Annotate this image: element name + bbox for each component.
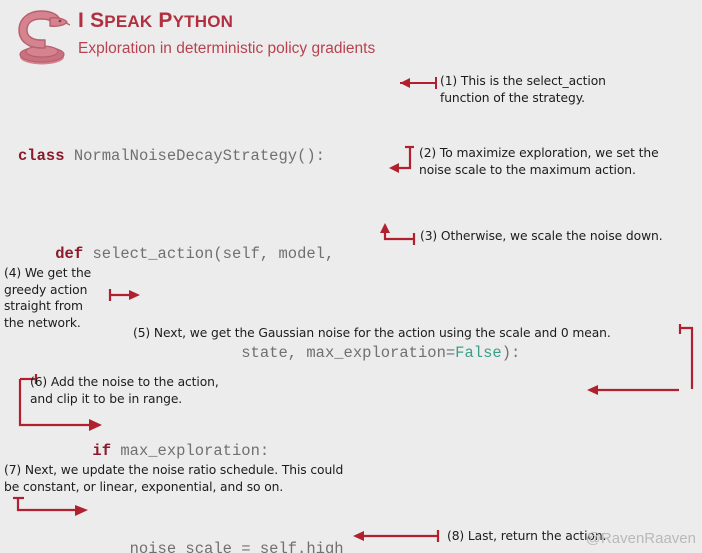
page-subtitle: Exploration in deterministic policy grad… bbox=[78, 40, 376, 57]
annotation-4-right-arrow-icon bbox=[108, 289, 140, 301]
annotation-2-text: (2) To maximize exploration, we set the … bbox=[419, 146, 659, 177]
header: I SPEAK PYTHON Exploration in determinis… bbox=[0, 0, 702, 70]
annotation-1-text: (1) This is the select_action function o… bbox=[440, 74, 606, 105]
slide-canvas: I SPEAK PYTHON Exploration in determinis… bbox=[0, 0, 702, 553]
annotation-1-left-arrow-icon bbox=[400, 77, 437, 89]
annotation-5-text: (5) Next, we get the Gaussian noise for … bbox=[133, 326, 611, 340]
annotation-4-text: (4) We get the greedy action straight fr… bbox=[4, 266, 92, 330]
annotation-7-elbow-arrow-icon bbox=[13, 496, 88, 516]
title-part-4: YTHON bbox=[172, 12, 234, 31]
page-title: I SPEAK PYTHON bbox=[78, 9, 233, 33]
title-part-1: S bbox=[84, 9, 105, 32]
annotation-7-text: (7) Next, we update the noise ratio sche… bbox=[4, 463, 344, 494]
code-line-4: if max_exploration: bbox=[92, 441, 270, 460]
annotation-5-left-arrow-icon bbox=[587, 385, 679, 395]
code-line-2: def select_action(self, model, bbox=[55, 245, 335, 264]
watermark: @RavenRaaven bbox=[585, 530, 696, 547]
title-part-2: PEAK bbox=[104, 12, 153, 31]
annotation-8-left-arrow-icon bbox=[353, 530, 440, 542]
title-part-3: P bbox=[152, 9, 173, 32]
code-line-3: state, max_exploration=False): bbox=[18, 343, 521, 362]
annotation-3-text: (3) Otherwise, we scale the noise down. bbox=[420, 229, 663, 243]
annotation-3-elbow-arrow-icon bbox=[380, 223, 416, 245]
annotation-2-elbow-arrow-icon bbox=[389, 145, 414, 173]
annotation-6-text: (6) Add the noise to the action, and cli… bbox=[30, 375, 219, 406]
python-snake-logo bbox=[18, 10, 70, 65]
